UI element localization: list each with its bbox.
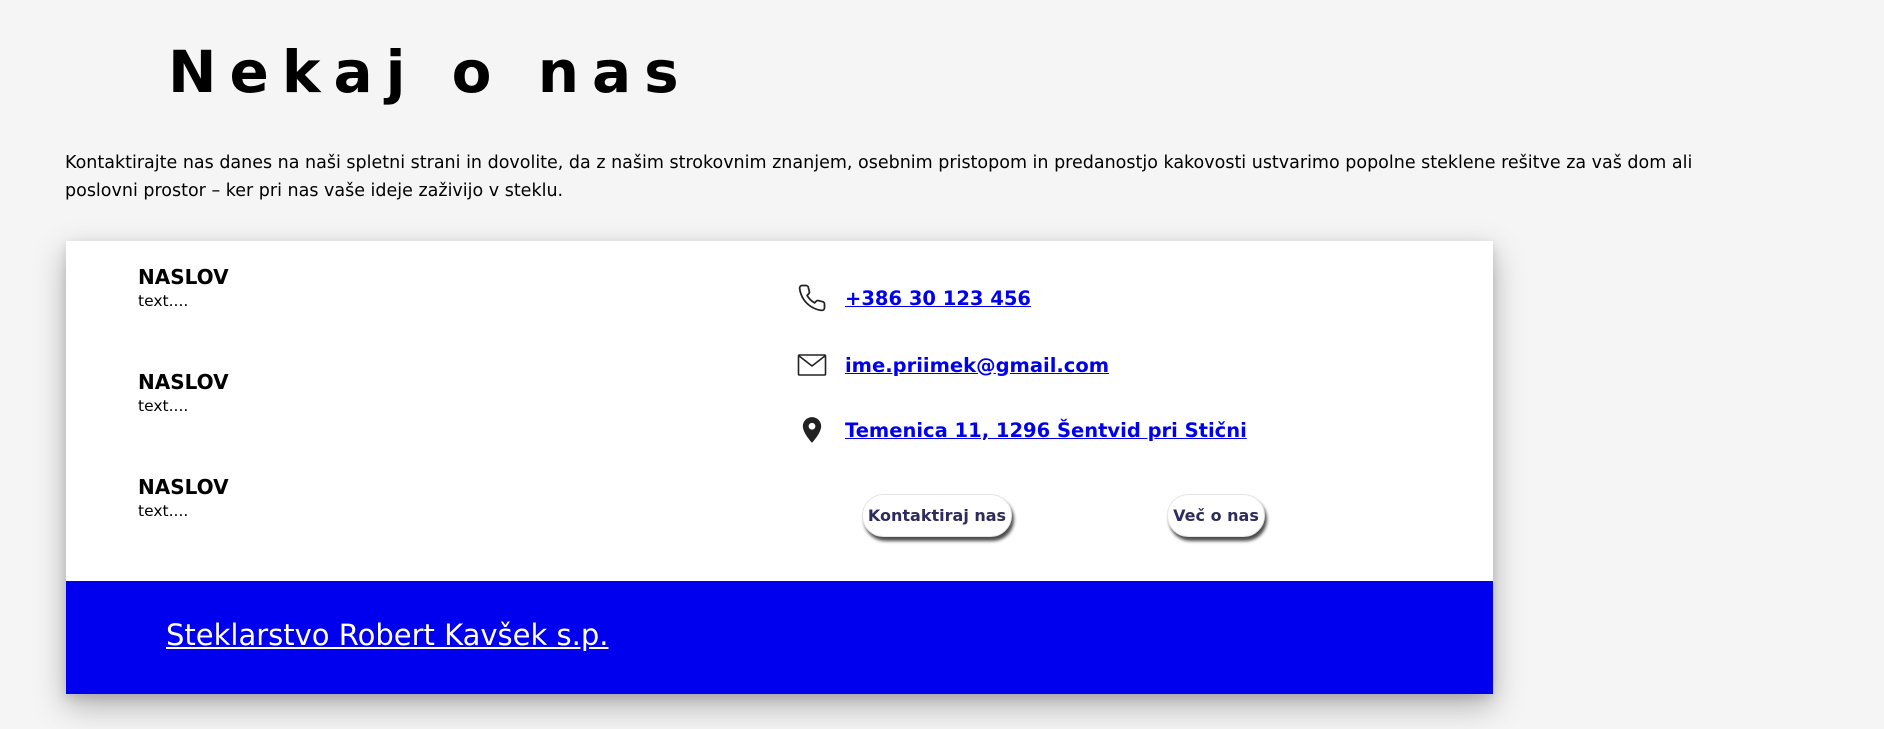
phone-link[interactable]: +386 30 123 456	[845, 287, 1031, 310]
company-link[interactable]: Steklarstvo Robert Kavšek s.p.	[166, 615, 608, 655]
info-item-text: text....	[138, 397, 189, 415]
contact-address-row: Temenica 11, 1296 Šentvid pri Stični	[796, 413, 1247, 447]
contact-phone-row: +386 30 123 456	[796, 281, 1031, 315]
info-item-title: NASLOV	[138, 370, 229, 394]
page-title: Nekaj o nas	[168, 38, 692, 106]
email-link[interactable]: ime.priimek@gmail.com	[845, 354, 1109, 377]
contact-email-row: ime.priimek@gmail.com	[796, 348, 1109, 382]
contact-us-button[interactable]: Kontaktiraj nas	[862, 494, 1012, 537]
about-us-button[interactable]: Več o nas	[1167, 494, 1265, 537]
contact-card: NASLOV text.... NASLOV text.... NASLOV t…	[66, 241, 1493, 694]
info-item-text: text....	[138, 502, 189, 520]
location-pin-icon	[796, 414, 828, 446]
address-link[interactable]: Temenica 11, 1296 Šentvid pri Stični	[845, 419, 1247, 442]
footer-band: Steklarstvo Robert Kavšek s.p.	[66, 581, 1493, 694]
info-item-title: NASLOV	[138, 265, 229, 289]
intro-paragraph: Kontaktirajte nas danes na naši spletni …	[65, 153, 1693, 201]
info-item-text: text....	[138, 292, 189, 310]
info-item: NASLOV text....	[138, 264, 538, 312]
info-item: NASLOV text....	[138, 369, 538, 417]
page: Nekaj o nas Kontaktirajte nas danes na n…	[0, 0, 1884, 729]
mail-icon	[796, 349, 828, 381]
info-item: NASLOV text....	[138, 474, 538, 522]
phone-icon	[796, 282, 828, 314]
info-item-title: NASLOV	[138, 475, 229, 499]
